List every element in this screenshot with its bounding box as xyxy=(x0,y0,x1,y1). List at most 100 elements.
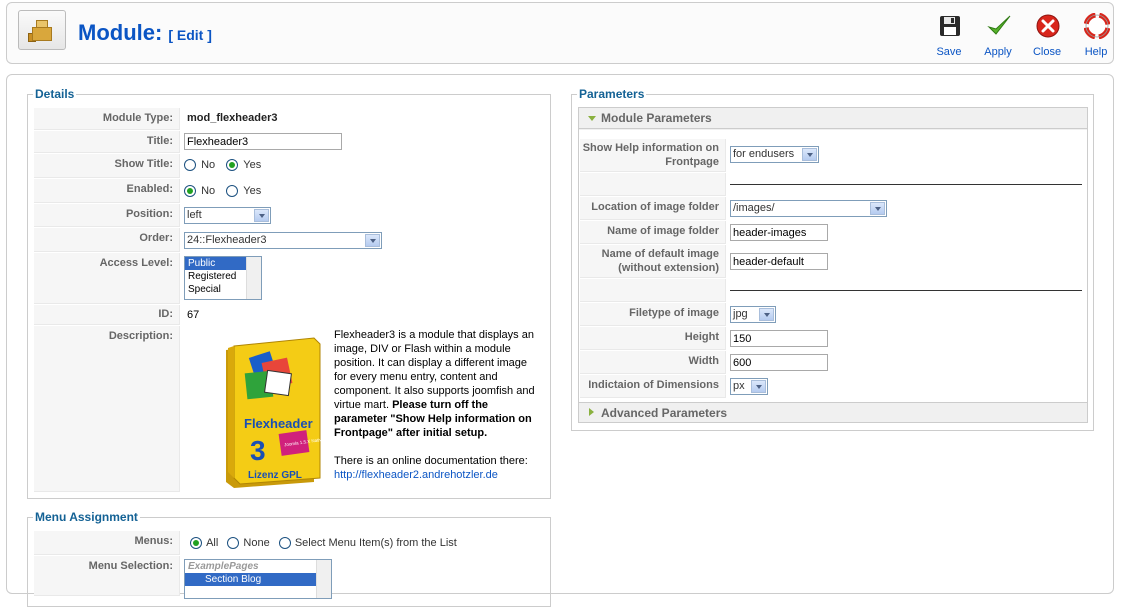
module-type-label: Module Type: xyxy=(34,108,180,130)
menus-select-label: Select Menu Item(s) from the List xyxy=(294,537,457,549)
chevron-down-icon xyxy=(759,308,774,321)
parameters-fieldset: Parameters Module Parameters Show Help i… xyxy=(571,87,1094,431)
access-level-listbox[interactable]: Public Registered Special xyxy=(184,256,262,300)
show-title-yes-radio[interactable] xyxy=(226,159,239,172)
close-label: Close xyxy=(1032,46,1062,58)
product-box-number: 3 xyxy=(250,435,266,466)
product-box-license: Lizenz GPL xyxy=(248,470,302,481)
show-title-label: Show Title: xyxy=(34,154,180,178)
access-level-label: Access Level: xyxy=(34,253,180,304)
enabled-no-radio[interactable] xyxy=(184,185,196,198)
width-label: Width xyxy=(580,351,726,374)
toolbar-box: Module: [ Edit ] Save Apply Close Help xyxy=(6,2,1114,64)
expanded-arrow-icon xyxy=(588,116,596,121)
separator-line-2 xyxy=(730,290,1082,291)
menu-group-examplepages: ExamplePages xyxy=(188,561,259,572)
width-input[interactable] xyxy=(730,354,828,371)
chevron-down-icon xyxy=(802,148,817,161)
id-value: 67 xyxy=(187,309,200,321)
separator-key-1 xyxy=(580,173,726,196)
dimensions-select[interactable]: px xyxy=(730,378,768,395)
description-doc-text: There is an online documentation there: xyxy=(334,455,528,467)
menus-none-label: None xyxy=(243,537,270,549)
edit-form-panel: Details Module Type: mod_flexheader3 Tit… xyxy=(6,74,1114,607)
height-label: Height xyxy=(580,327,726,350)
filetype-label: Filetype of image xyxy=(580,303,726,326)
separator-line-1 xyxy=(730,184,1082,185)
menus-label: Menus: xyxy=(34,531,180,555)
page-title-text: Module: xyxy=(78,20,163,45)
filetype-select[interactable]: jpg xyxy=(730,306,776,323)
position-select-value: left xyxy=(187,209,202,221)
chevron-down-icon xyxy=(254,209,269,222)
location-label: Location of image folder xyxy=(580,197,726,220)
separator-key-2 xyxy=(580,279,726,302)
help-label: Help xyxy=(1084,46,1108,58)
menus-all-label: All xyxy=(206,537,219,549)
menu-item-section-blog[interactable]: Section Blog xyxy=(185,573,331,586)
order-select[interactable]: 24::Flexheader3 xyxy=(184,232,382,249)
advanced-parameters-pane[interactable]: Advanced Parameters xyxy=(578,402,1088,423)
menu-assignment-fieldset: Menu Assignment Menus: All None Select M… xyxy=(27,510,551,607)
show-title-yes-label: Yes xyxy=(243,159,262,171)
title-label: Title: xyxy=(34,131,180,153)
chevron-down-icon xyxy=(365,234,380,247)
close-icon xyxy=(1036,14,1060,38)
save-button[interactable]: Save xyxy=(927,11,971,61)
menus-all-radio[interactable] xyxy=(190,537,202,550)
dimensions-select-value: px xyxy=(733,380,745,392)
help-button[interactable]: Help xyxy=(1074,11,1118,61)
dimensions-label: Indictaion of Dimensions xyxy=(580,375,726,398)
filetype-select-value: jpg xyxy=(733,308,748,320)
flexheader-product-box-image: Flexheader 3 Joomla 1.5.X Native Lizenz … xyxy=(226,337,325,488)
module-type-value: mod_flexheader3 xyxy=(187,112,278,124)
details-legend: Details xyxy=(33,87,77,101)
order-select-value: 24::Flexheader3 xyxy=(187,234,267,246)
collapsed-arrow-icon xyxy=(589,408,594,416)
name-folder-input[interactable] xyxy=(730,224,828,241)
chevron-down-icon xyxy=(751,380,766,393)
id-label: ID: xyxy=(34,305,180,325)
default-image-input[interactable] xyxy=(730,253,828,270)
show-help-select[interactable]: for endusers xyxy=(730,146,819,163)
menus-select-radio[interactable] xyxy=(278,537,291,550)
module-parameters-title: Module Parameters xyxy=(601,111,712,125)
apply-button[interactable]: Apply xyxy=(976,11,1020,61)
enabled-no-label: No xyxy=(201,185,216,197)
menu-selection-scrollbar[interactable] xyxy=(316,560,331,598)
menu-selection-label: Menu Selection: xyxy=(34,556,180,596)
checkmark-icon xyxy=(987,15,1011,35)
position-select[interactable]: left xyxy=(184,207,271,224)
height-input[interactable] xyxy=(730,330,828,347)
show-title-no-label: No xyxy=(201,159,216,171)
menu-assignment-legend: Menu Assignment xyxy=(33,510,140,524)
default-image-label: Name of default image (without extension… xyxy=(580,245,726,278)
name-folder-label: Name of image folder xyxy=(580,221,726,244)
product-box-brand: Flexheader xyxy=(244,416,313,431)
show-help-label: Show Help information on Frontpage xyxy=(580,139,726,172)
apply-label: Apply xyxy=(984,46,1012,58)
description-label: Description: xyxy=(34,326,180,492)
location-select-value: /images/ xyxy=(733,202,775,214)
show-title-no-radio[interactable] xyxy=(184,159,196,172)
position-label: Position: xyxy=(34,204,180,227)
menu-selection-listbox[interactable]: ExamplePages Section Blog xyxy=(184,559,332,599)
details-fieldset: Details Module Type: mod_flexheader3 Tit… xyxy=(27,87,551,499)
enabled-yes-label: Yes xyxy=(243,185,262,197)
enabled-label: Enabled: xyxy=(34,179,180,203)
access-level-scrollbar[interactable] xyxy=(246,257,261,299)
module-icon xyxy=(18,10,66,50)
location-select[interactable]: /images/ xyxy=(730,200,887,217)
floppy-disk-icon xyxy=(940,16,960,36)
advanced-parameters-title: Advanced Parameters xyxy=(601,406,728,420)
close-button[interactable]: Close xyxy=(1025,11,1069,61)
save-label: Save xyxy=(936,46,962,58)
page-subtitle: [ Edit ] xyxy=(168,27,212,43)
documentation-link[interactable]: http://flexheader2.andrehotzler.de xyxy=(334,469,498,481)
module-parameters-toggle[interactable]: Module Parameters xyxy=(579,108,1087,129)
menus-none-radio[interactable] xyxy=(227,537,240,550)
title-input[interactable] xyxy=(184,133,342,150)
order-label: Order: xyxy=(34,228,180,252)
enabled-yes-radio[interactable] xyxy=(226,185,239,198)
parameters-legend: Parameters xyxy=(577,87,647,101)
